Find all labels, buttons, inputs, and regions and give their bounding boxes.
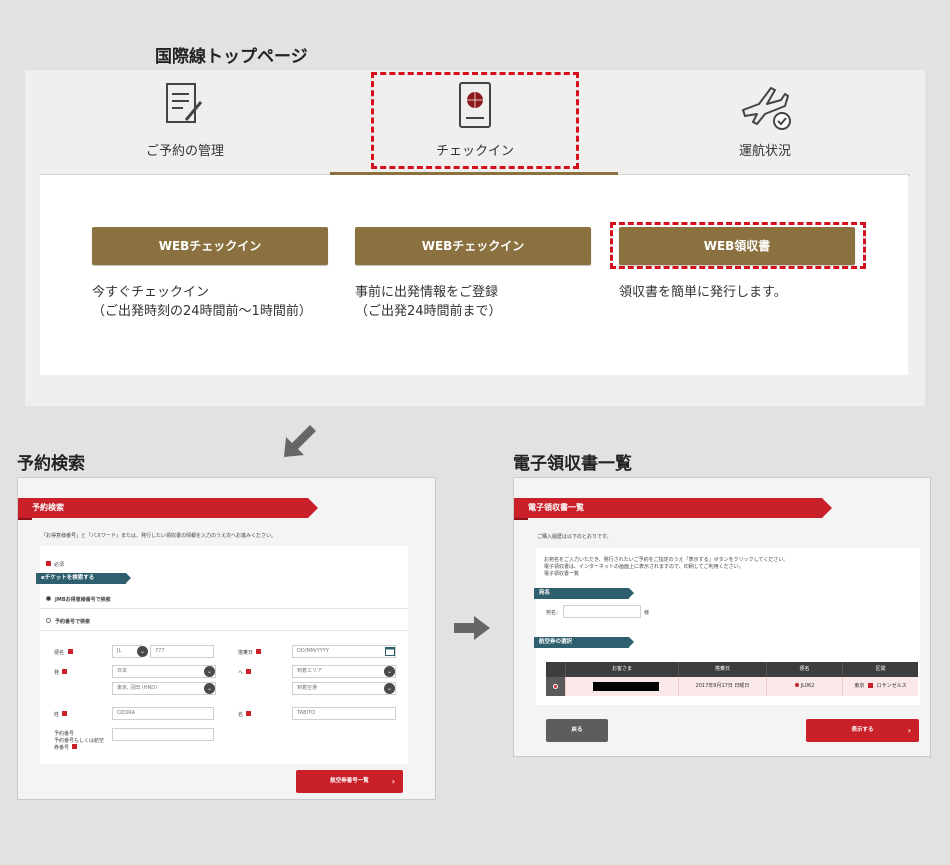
- boarding-date-label: 搭乗日: [238, 650, 254, 656]
- arrow-right-icon: [454, 616, 490, 640]
- search-intro: 「お得意様番号」と「パスワード」または、発行したい領収書の情報を入力のうえ次へお…: [41, 533, 277, 539]
- flight-label: 便名: [54, 650, 65, 656]
- receipt-ribbon: 電子領収書一覧: [514, 498, 832, 518]
- table-row[interactable]: 2017年9月17日 日曜日 JL062 東京 ロサンゼルス: [546, 677, 918, 696]
- receipt-list-screen: 電子領収書一覧 ご購入履歴は以下のとおりです。 お宛名をご入力いただき、発行され…: [513, 477, 931, 757]
- addressee-tag: 宛名: [534, 588, 634, 599]
- boarding-date-field[interactable]: DD/MM/YYYY: [292, 645, 396, 658]
- redacted-name: [593, 682, 659, 691]
- addressee-field[interactable]: [563, 605, 641, 618]
- reservation-number-label: 予約番号: [54, 731, 75, 737]
- table-header: お客さま 搭乗日 便名 区間: [546, 662, 918, 677]
- show-receipt-button[interactable]: 表示する ›: [806, 719, 919, 742]
- tab-label: 運航状況: [738, 144, 791, 159]
- web-checkin-button-now[interactable]: WEBチェックイン: [92, 227, 328, 265]
- highlight-checkin-tab: [371, 72, 579, 169]
- route-cell: 東京 ロサンゼルス: [854, 683, 907, 689]
- checkin-advance-description: 事前に出発情報をご登録 （ご出発24時間前まで）: [355, 285, 502, 319]
- chevron-right-icon: ›: [391, 777, 395, 786]
- ticket-selection-tag: 航空券の選択: [534, 637, 634, 648]
- reservation-search-screen: 予約検索 「お得意様番号」と「パスワード」または、発行したい領収書の情報を入力の…: [17, 477, 436, 800]
- instructions-line-2: 電子領収書は、インターネットの画面上に表示されますので、印刷してご利用ください。: [544, 564, 744, 570]
- calendar-icon[interactable]: [385, 646, 395, 656]
- radio-jmb-search[interactable]: [46, 596, 51, 601]
- receipt-list-title: 電子領収書一覧: [513, 454, 632, 474]
- first-name-field[interactable]: TABITO: [292, 707, 396, 720]
- addressee-label: 宛名：: [546, 610, 562, 616]
- jal-logo-icon: [794, 683, 799, 687]
- customer-cell: [566, 677, 679, 696]
- radio-reservation-search[interactable]: [46, 618, 51, 623]
- chevron-right-icon: ›: [907, 726, 911, 735]
- chevron-down-icon[interactable]: ⌄: [384, 666, 395, 677]
- to-label: へ: [238, 670, 244, 676]
- radio-jmb-label: JMBお得意様番号で検索: [55, 597, 111, 603]
- chevron-down-icon[interactable]: ⌄: [137, 646, 148, 657]
- reservation-number-label-3: 券番号: [54, 745, 70, 751]
- instructions-line-3: 電子領収書一覧: [544, 571, 580, 577]
- chevron-down-icon[interactable]: ⌄: [204, 683, 215, 694]
- flight-cell: JL062: [767, 677, 843, 696]
- chevron-down-icon[interactable]: ⌄: [204, 666, 215, 677]
- column-header-customer: お客さま: [566, 662, 679, 677]
- arrow-down-left-icon: [284, 425, 316, 457]
- column-header-route: 区間: [875, 666, 886, 672]
- purchase-history-note: ご購入履歴は以下のとおりです。: [537, 534, 612, 540]
- reservation-number-field[interactable]: [112, 728, 214, 741]
- top-page-title: 国際線トップページ: [155, 47, 308, 67]
- airplane-check-icon: [742, 87, 791, 130]
- column-header-date: 搭乗日: [679, 662, 767, 677]
- receipt-description: 領収書を簡単に発行します。: [619, 285, 787, 300]
- checkin-content: WEBチェックイン WEBチェックイン WEB領収書 今すぐチェックイン （ご出…: [40, 175, 908, 375]
- last-name-field[interactable]: OZORA: [112, 707, 214, 720]
- instructions-line-1: お宛名をご入力いただき、発行されたいご予約をご指定のうえ「表示する」ボタンをクリ…: [544, 557, 789, 563]
- addressee-suffix: 様: [644, 610, 650, 616]
- from-label: 発: [54, 670, 60, 676]
- receipt-form: お宛名をご入力いただき、発行されたいご予約をご指定のうえ「表示する」ボタンをクリ…: [534, 548, 920, 705]
- required-note: 必須: [54, 562, 65, 568]
- from-airport-select[interactable]: 東京, 羽田 (HND): [112, 682, 216, 695]
- row-select-radio[interactable]: [553, 684, 558, 689]
- web-checkin-button-advance[interactable]: WEBチェックイン: [355, 227, 591, 265]
- to-area-select[interactable]: 到着エリア: [292, 665, 396, 678]
- search-form: 必須 eチケットを検索する JMBお得意様番号で検索 予約番号で検索 便名 JL…: [36, 546, 408, 764]
- reservation-search-title: 予約検索: [17, 454, 85, 474]
- search-ribbon: 予約検索: [18, 498, 318, 518]
- from-country-select[interactable]: 日本: [112, 665, 216, 678]
- first-name-label: 名: [238, 712, 244, 718]
- to-airport-select[interactable]: 到着空港: [292, 682, 396, 695]
- column-header-flight: 便名: [767, 662, 843, 677]
- last-name-label: 姓: [54, 712, 60, 718]
- radio-reservation-label: 予約番号で検索: [55, 619, 91, 625]
- document-edit-icon: [166, 83, 203, 123]
- back-button[interactable]: 戻る: [546, 719, 608, 742]
- flight-number-field[interactable]: 777: [150, 645, 214, 658]
- date-cell: 2017年9月17日 日曜日: [679, 677, 767, 696]
- ticket-number-list-button[interactable]: 航空券番号一覧 ›: [296, 770, 403, 793]
- tab-label: ご予約の管理: [145, 144, 224, 159]
- chevron-down-icon[interactable]: ⌄: [384, 683, 395, 694]
- reservation-number-label-2: 予約番号もしくは航空: [54, 738, 105, 744]
- arrow-right-icon: [868, 683, 873, 688]
- checkin-now-description: 今すぐチェックイン （ご出発時刻の24時間前～1時間前）: [92, 285, 312, 319]
- eticket-search-tag: eチケットを検索する: [36, 573, 131, 584]
- tab-reservation-management[interactable]: ご予約の管理: [40, 70, 330, 174]
- highlight-receipt-button: [610, 222, 866, 269]
- tab-flight-status[interactable]: 運航状況: [620, 70, 910, 174]
